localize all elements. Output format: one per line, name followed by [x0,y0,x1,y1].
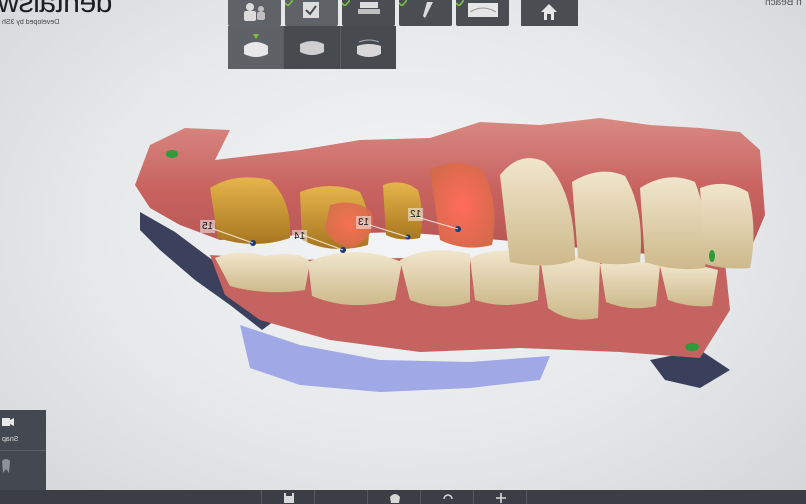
jaw-scan-viewport[interactable] [0,0,806,504]
landmark-marker [166,150,178,158]
save-button[interactable] [261,490,315,504]
landmark-marker [709,250,715,262]
side-panel: Snap [0,410,46,490]
workflow-step-design[interactable] [399,0,452,26]
check-icon [285,0,293,6]
add-icon [496,493,506,503]
workflow-step-scan[interactable] [342,0,395,26]
jaw-selector [228,26,396,69]
tooth-view-toggle[interactable] [0,451,46,490]
workflow-step-order[interactable] [285,0,338,26]
tooth-label: 13 [356,216,372,229]
workflow-toolbar [228,0,509,26]
bottom-spacer [526,490,580,504]
tooth-label: 12 [408,208,424,221]
snapshot-button[interactable]: Snap [0,410,46,451]
tooth-icon [2,459,10,473]
workflow-step-patient[interactable] [228,0,281,26]
check-icon [456,0,464,6]
patient-icon [244,3,265,21]
bottom-toolbar [0,490,806,504]
lower-jaw-icon [300,41,325,55]
home-button[interactable] [521,0,578,26]
jaw-option-lower[interactable] [284,26,341,69]
jaw-option-bite[interactable] [341,26,396,69]
tooth-view-icon [390,494,400,503]
tooth-label: 15 [200,220,216,233]
check-icon [399,0,407,6]
rotate-button[interactable] [420,490,474,504]
upper-jaw-icon [244,34,268,57]
tooth-label: 14 [292,230,308,243]
add-button[interactable] [473,490,527,504]
snapshot-label: Snap [2,436,19,443]
landmark-marker [685,343,699,351]
camera-icon [2,418,14,426]
save-icon [284,493,294,503]
jaw-option-upper[interactable] [228,26,285,69]
bite-icon [356,39,381,57]
check-icon [342,0,350,6]
bottom-spacer [314,490,368,504]
rotate-icon [443,494,453,500]
tooth-view-button[interactable] [367,490,421,504]
home-icon [541,4,557,20]
workflow-step-model[interactable] [456,0,509,26]
